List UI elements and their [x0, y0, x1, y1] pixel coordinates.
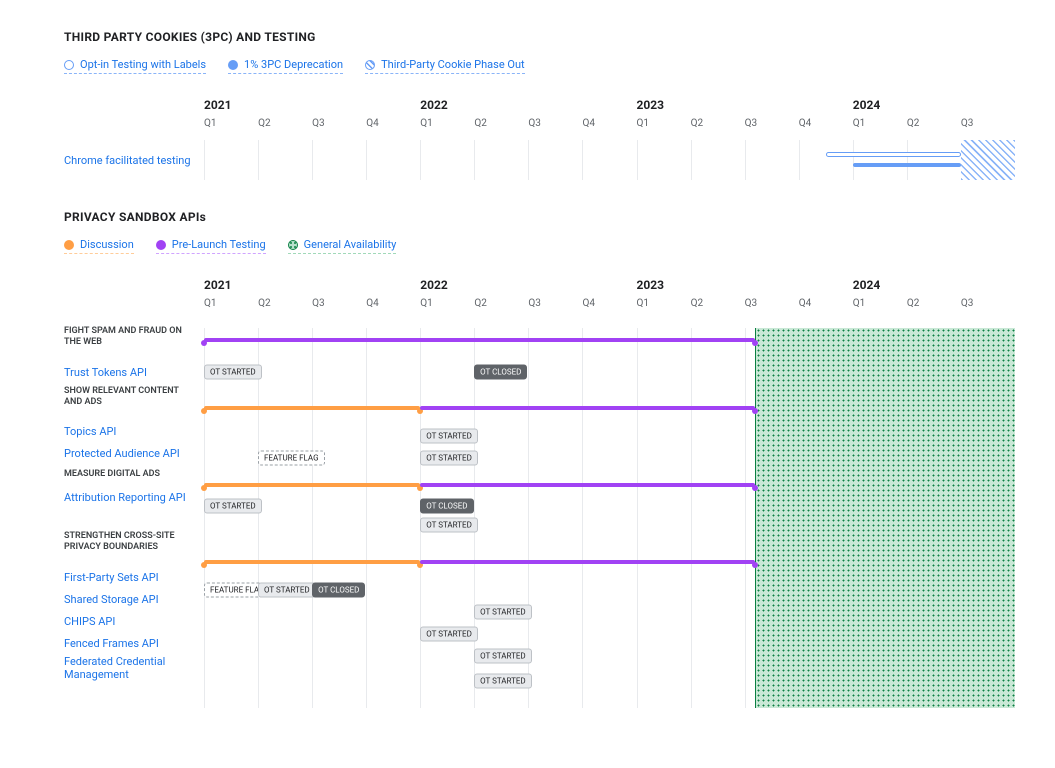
bar-g4-orange [204, 560, 420, 564]
chip-ot-started: OT STARTED [204, 499, 262, 514]
bar-1pct [853, 163, 961, 167]
bar-g2-purple [420, 406, 755, 410]
bar-g3-orange [204, 483, 420, 487]
row-fps[interactable]: First-Party Sets API [64, 566, 196, 588]
row-protected-audience[interactable]: Protected Audience API [64, 442, 196, 464]
chip-ot-closed: OT CLOSED [420, 499, 473, 514]
chip-ot-started: OT STARTED [258, 583, 316, 598]
circle-orange-icon [64, 240, 74, 250]
chip-ot-started: OT STARTED [420, 429, 478, 444]
circle-hatch-icon [365, 60, 375, 70]
circle-outline-icon [64, 60, 74, 70]
row-label-chrome-facilitated[interactable]: Chrome facilitated testing [64, 140, 196, 180]
row-fedcm[interactable]: Federated Credential Management [64, 654, 196, 682]
chip-ot-started: OT STARTED [420, 451, 478, 466]
chip-ot-closed: OT CLOSED [474, 365, 527, 380]
bar-optin [826, 152, 961, 157]
timeline-cookies: Chrome facilitated testing 2021 2022 202… [64, 98, 1015, 180]
bar-g2-orange [204, 406, 420, 410]
legend-prelaunch[interactable]: Pre-Launch Testing [156, 238, 266, 254]
section-apis: PRIVACY SANDBOX APIs Discussion Pre-Laun… [64, 210, 1015, 708]
chip-ot-started: OT STARTED [474, 649, 532, 664]
row-fenced-frames[interactable]: Fenced Frames API [64, 632, 196, 654]
legend-optin[interactable]: Opt-in Testing with Labels [64, 58, 206, 74]
circle-green-icon [288, 240, 298, 250]
quarters-row: Q1Q2Q3Q4 Q1Q2Q3Q4 Q1Q2Q3Q4 Q1Q2Q3 [204, 118, 1015, 140]
row-attribution[interactable]: Attribution Reporting API [64, 486, 196, 508]
chip-feature-flag: FEATURE FLAG [258, 451, 325, 466]
legend-1pct[interactable]: 1% 3PC Deprecation [228, 58, 343, 74]
chip-ot-started: OT STARTED [474, 605, 532, 620]
row-topics[interactable]: Topics API [64, 420, 196, 442]
circle-purple-icon [156, 240, 166, 250]
chip-ot-started: OT STARTED [204, 365, 262, 380]
years-row: 2021 2022 2023 2024 [204, 98, 1015, 118]
row-shared-storage[interactable]: Shared Storage API [64, 588, 196, 610]
chip-ot-closed: OT CLOSED [312, 583, 365, 598]
section-title-apis: PRIVACY SANDBOX APIs [64, 210, 1015, 224]
group-ads: SHOW RELEVANT CONTENT AND ADS [64, 386, 196, 408]
section-cookies: THIRD PARTY COOKIES (3PC) AND TESTING Op… [64, 30, 1015, 180]
bar-g4-purple [420, 560, 755, 564]
years-row: 2021 2022 2023 2024 [204, 278, 1015, 298]
row-chips[interactable]: CHIPS API [64, 610, 196, 632]
bar-g1-purple [204, 338, 755, 342]
timeline-apis: 2021 2022 2023 2024 Q1Q2Q3Q4 Q1Q2Q3Q4 Q1… [64, 278, 1015, 328]
legend-phaseout[interactable]: Third-Party Cookie Phase Out [365, 58, 525, 74]
group-spam: FIGHT SPAM AND FRAUD ON THE WEB [64, 328, 196, 346]
legend-cookies: Opt-in Testing with Labels 1% 3PC Deprec… [64, 58, 1015, 74]
chip-ot-started: OT STARTED [420, 627, 478, 642]
bar-g3-purple [420, 483, 755, 487]
legend-discussion[interactable]: Discussion [64, 238, 134, 254]
group-boundaries: STRENGTHEN CROSS-SITE PRIVACY BOUNDARIES [64, 528, 196, 556]
row-trust-tokens[interactable]: Trust Tokens API [64, 358, 196, 386]
chip-ot-started: OT STARTED [474, 674, 532, 689]
ga-zone [755, 328, 1015, 708]
circle-solid-icon [228, 60, 238, 70]
group-measure: MEASURE DIGITAL ADS [64, 464, 196, 486]
quarters-row: Q1Q2Q3Q4 Q1Q2Q3Q4 Q1Q2Q3Q4 Q1Q2Q3 [204, 298, 1015, 320]
chip-ot-started: OT STARTED [420, 518, 478, 533]
section-title-cookies: THIRD PARTY COOKIES (3PC) AND TESTING [64, 30, 1015, 44]
legend-ga[interactable]: General Availability [288, 238, 397, 254]
legend-apis: Discussion Pre-Launch Testing General Av… [64, 238, 1015, 254]
